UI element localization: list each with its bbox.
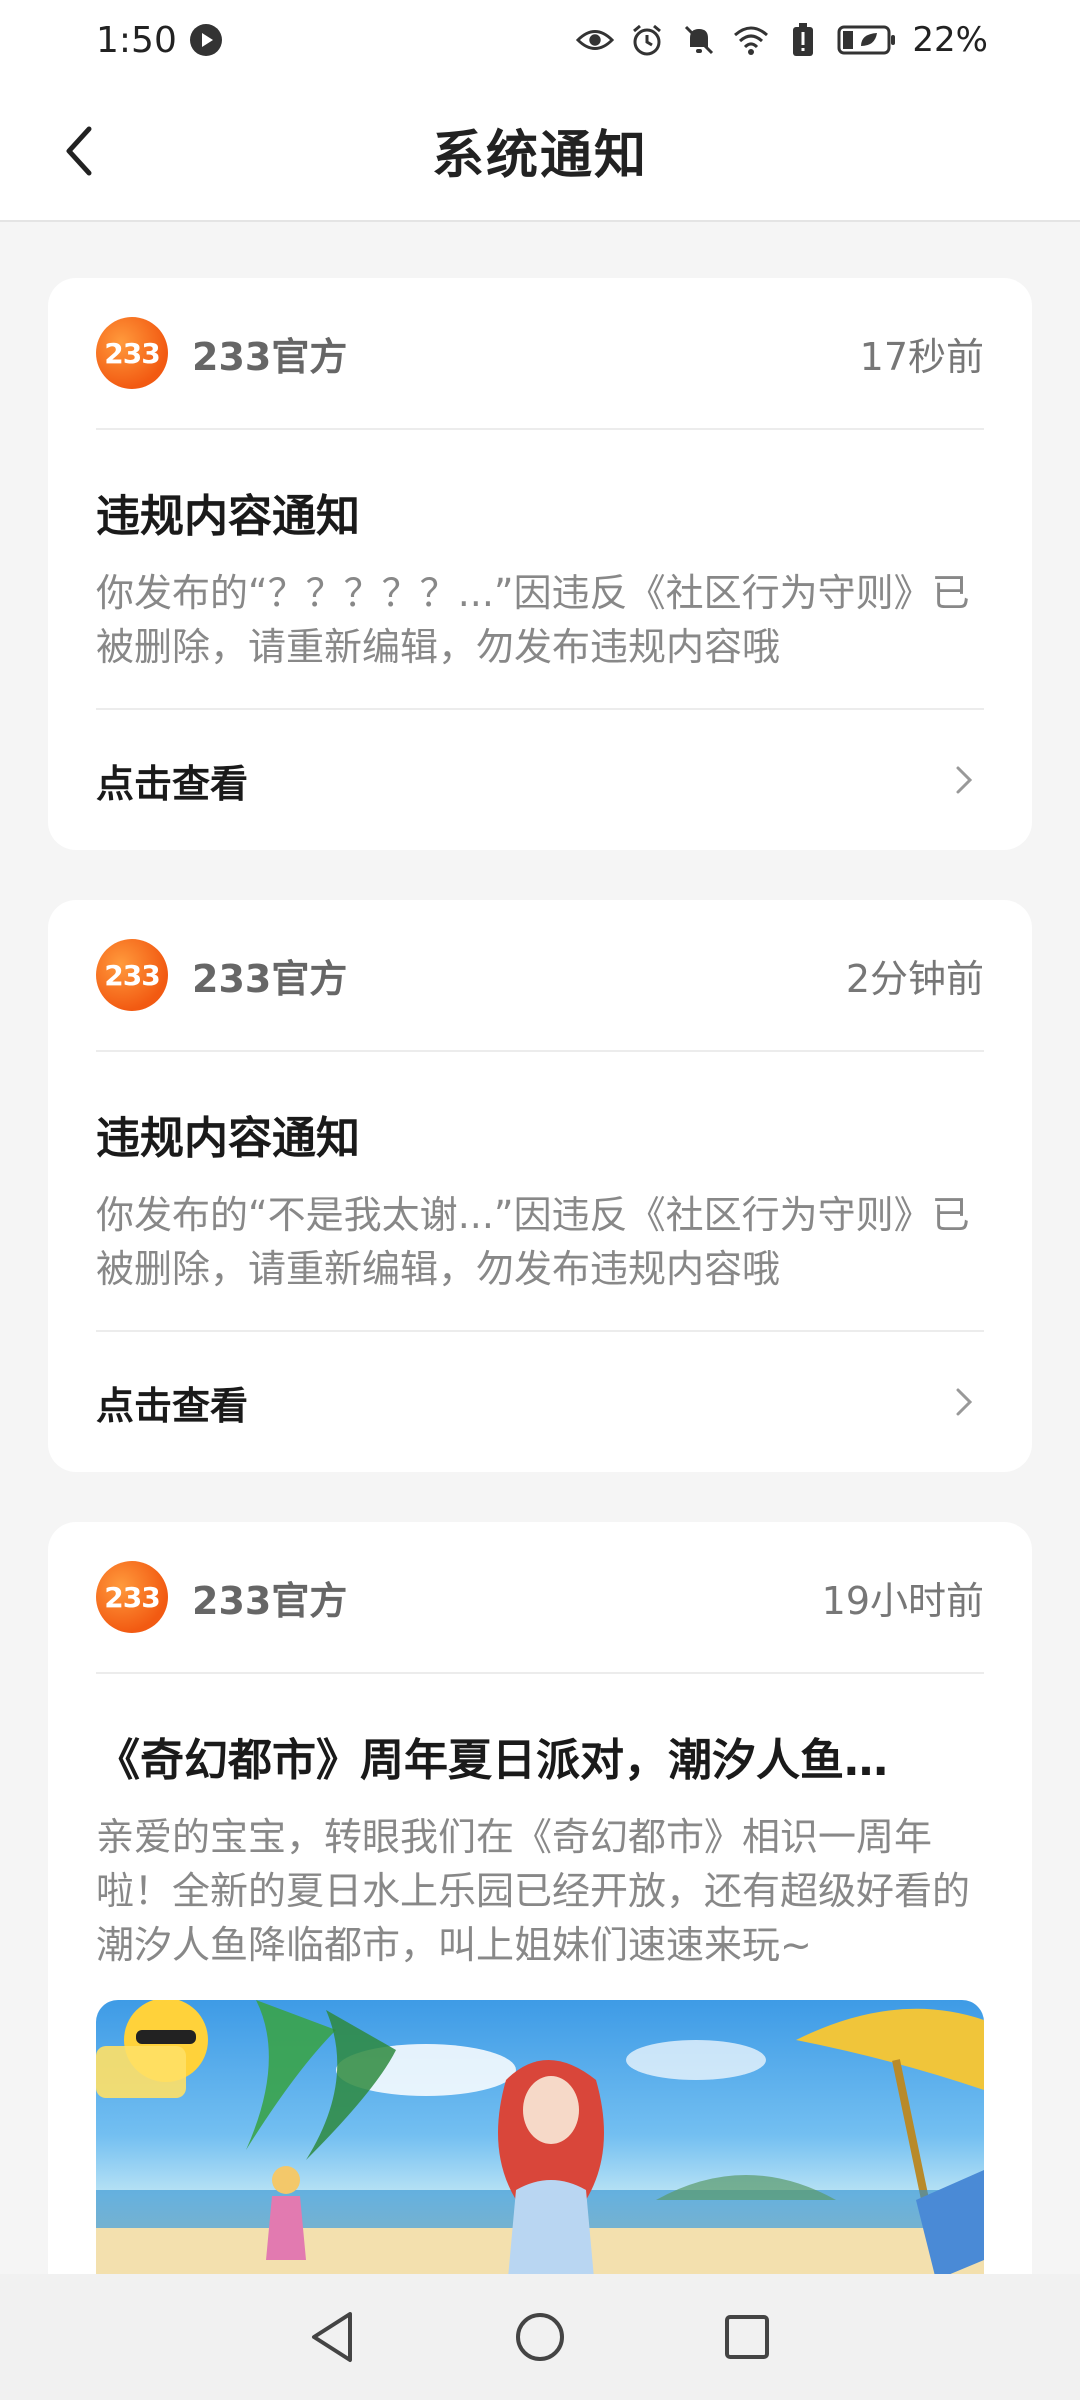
- notification-list[interactable]: 233 233官方 17秒前 违规内容通知 你发布的“？？？？？...”因违反《…: [0, 222, 1080, 2274]
- back-arrow-icon: [66, 126, 92, 176]
- card-header: 233 233官方 17秒前: [96, 278, 984, 430]
- home-nav-button[interactable]: [505, 2302, 575, 2372]
- card-header: 233 233官方 2分钟前: [96, 900, 984, 1052]
- message-body: 亲爱的宝宝，转眼我们在《奇幻都市》相识一周年啦！全新的夏日水上乐园已经开放，还有…: [96, 1815, 971, 1967]
- message-title: 违规内容通知: [96, 1113, 360, 1164]
- header: 系统通知: [0, 80, 1080, 222]
- chevron-right-icon: [944, 760, 984, 800]
- chevron-right-icon: [944, 1382, 984, 1422]
- summer-party-illustration: [96, 2000, 984, 2274]
- alarm-icon: [628, 21, 666, 59]
- back-nav-button[interactable]: [298, 2302, 368, 2372]
- card-header: 233 233官方 19小时前: [96, 1522, 984, 1674]
- sender-logo: 233: [96, 1561, 168, 1633]
- eye-icon: [576, 21, 615, 59]
- back-button[interactable]: [44, 116, 114, 186]
- status-bar: 1:50 22%: [0, 0, 1080, 80]
- status-time: 1:50: [96, 19, 177, 61]
- view-details-row[interactable]: 点击查看: [96, 708, 984, 850]
- message-title: 《奇幻都市》周年夏日派对，潮汐人鱼…: [96, 1735, 888, 1786]
- triangle-back-icon: [312, 2312, 353, 2362]
- message-title: 违规内容通知: [96, 491, 360, 542]
- sender-logo: 233: [96, 939, 168, 1011]
- notification-card[interactable]: 233 233官方 19小时前 《奇幻都市》周年夏日派对，潮汐人鱼… 亲爱的宝宝…: [48, 1522, 1032, 2274]
- view-details-link[interactable]: 点击查看: [96, 753, 248, 808]
- timestamp: 17秒前: [859, 334, 984, 379]
- sender-name: 233官方: [192, 334, 348, 379]
- view-details-row[interactable]: 点击查看: [96, 1330, 984, 1472]
- wifi-icon: [732, 21, 770, 59]
- battery-icon: [836, 21, 898, 59]
- mute-bell-icon: [680, 21, 718, 59]
- square-recents-icon: [724, 2315, 769, 2359]
- sender-name: 233官方: [192, 1578, 348, 1623]
- message-body: 你发布的“？？？？？...”因违反《社区行为守则》已被删除，请重新编辑，勿发布违…: [96, 571, 970, 669]
- battery-alert-icon: [784, 21, 822, 59]
- circle-home-icon: [515, 2313, 564, 2361]
- timestamp: 19小时前: [821, 1578, 984, 1623]
- battery-percent: 22%: [912, 20, 988, 60]
- notification-card[interactable]: 233 233官方 17秒前 违规内容通知 你发布的“？？？？？...”因违反《…: [48, 278, 1032, 850]
- view-details-link[interactable]: 点击查看: [96, 1375, 248, 1430]
- page-title: 系统通知: [431, 125, 648, 186]
- sender-name: 233官方: [192, 956, 348, 1001]
- message-body: 你发布的“不是我太谢...”因违反《社区行为守则》已被删除，请重新编辑，勿发布违…: [96, 1193, 970, 1291]
- recents-nav-button[interactable]: [712, 2302, 782, 2372]
- system-navigation-bar: [0, 2274, 1080, 2400]
- promo-banner-image[interactable]: [96, 2000, 984, 2274]
- notification-card[interactable]: 233 233官方 2分钟前 违规内容通知 你发布的“不是我太谢...”因违反《…: [48, 900, 1032, 1472]
- timestamp: 2分钟前: [845, 956, 984, 1001]
- sender-logo: 233: [96, 317, 168, 389]
- media-playing-icon: [187, 21, 225, 59]
